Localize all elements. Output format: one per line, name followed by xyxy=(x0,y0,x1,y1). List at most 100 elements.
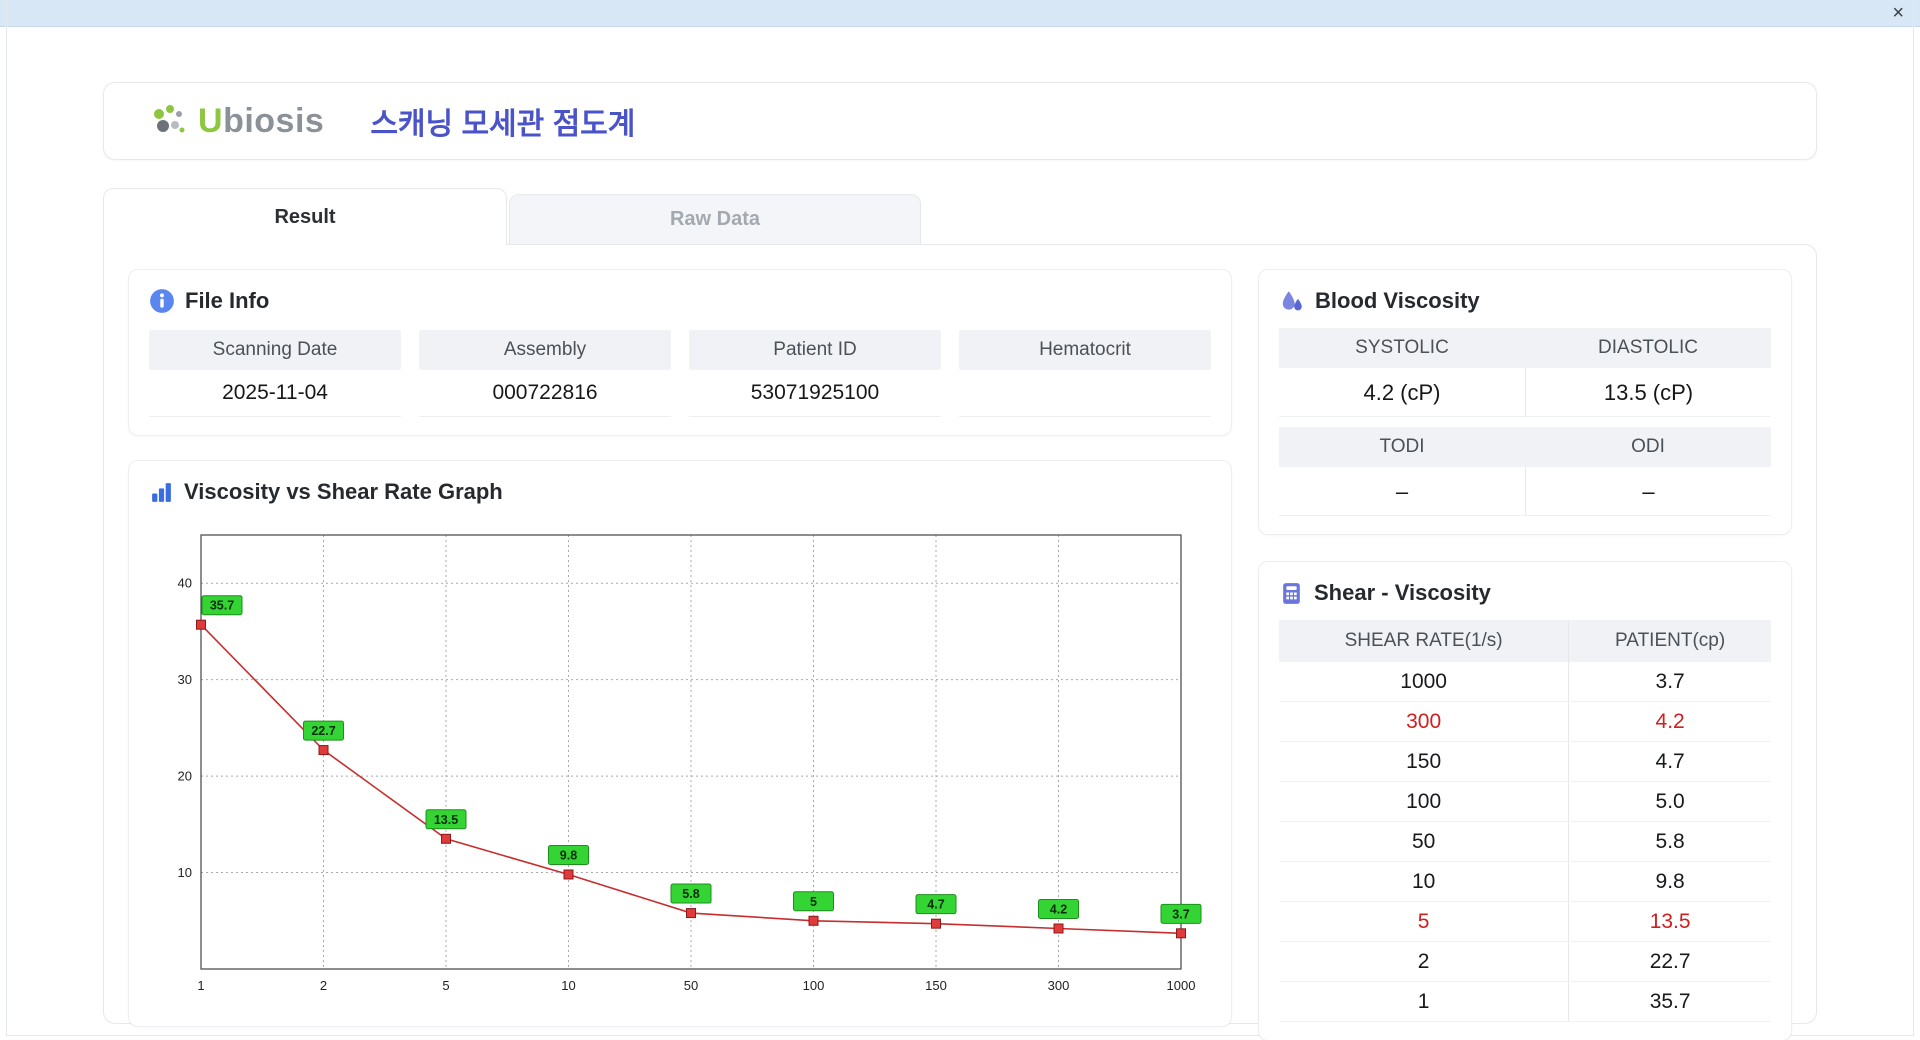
shear-cell: 22.7 xyxy=(1568,941,1771,982)
tab-result[interactable]: Result xyxy=(103,188,507,245)
bv-table-row2: TODI ODI – – xyxy=(1279,427,1771,516)
shear-cell: 9.8 xyxy=(1568,861,1771,902)
bv-table-row1: SYSTOLIC DIASTOLIC 4.2 (cP) 13.5 (cP) xyxy=(1279,328,1771,417)
shear-cell: 50 xyxy=(1279,821,1569,862)
close-icon[interactable]: × xyxy=(1892,3,1904,23)
svg-text:10: 10 xyxy=(561,978,575,993)
shear-row: 100 5.0 xyxy=(1279,781,1771,822)
svg-text:1000: 1000 xyxy=(1167,978,1196,993)
logo-dots-icon xyxy=(154,105,185,133)
viscosity-chart: 10 20 30 40 1 2 5 10 50 100 150 300 1000 35.7 22.7 13.5… xyxy=(178,534,1202,993)
file-info-card: File Info Scanning Date 2025-11-04 Assem… xyxy=(128,269,1232,436)
tab-bar: Result Raw Data xyxy=(103,187,1817,245)
patient-column-header: PATIENT(cp) xyxy=(1568,620,1771,662)
shear-cell: 13.5 xyxy=(1568,901,1771,942)
svg-text:150: 150 xyxy=(925,978,947,993)
diastolic-value: 13.5 (cP) xyxy=(1525,368,1771,417)
info-icon xyxy=(150,289,174,313)
water-drops-icon xyxy=(1282,291,1302,311)
shear-table: SHEAR RATE(1/s) PATIENT(cp) 1000 3.7 300 4.… xyxy=(1279,620,1771,1022)
shear-cell: 10 xyxy=(1279,861,1569,902)
shear-viscosity-title: Shear - Viscosity xyxy=(1314,580,1491,605)
shear-cell: 1 xyxy=(1279,981,1569,1022)
field-value: 53071925100 xyxy=(689,370,941,417)
svg-text:30: 30 xyxy=(178,672,192,687)
shear-cell: 1000 xyxy=(1279,662,1569,702)
shear-cell: 5.0 xyxy=(1568,781,1771,822)
shear-cell: 100 xyxy=(1279,781,1569,822)
shear-row: 10 9.8 xyxy=(1279,861,1771,902)
field-value: 000722816 xyxy=(419,370,671,417)
todi-label: TODI xyxy=(1279,427,1525,467)
svg-text:300: 300 xyxy=(1048,978,1070,993)
shear-row: 150 4.7 xyxy=(1279,741,1771,782)
svg-text:1: 1 xyxy=(197,978,204,993)
systolic-label: SYSTOLIC xyxy=(1279,328,1525,368)
shear-table-body: 1000 3.7 300 4.2 150 4.7 100 5.0 50 5.8 10 9.8 5 13.5… xyxy=(1279,662,1771,1022)
svg-text:13.5: 13.5 xyxy=(434,813,458,827)
field-value: 2025-11-04 xyxy=(149,370,401,417)
field-value xyxy=(959,370,1211,417)
shear-cell: 5 xyxy=(1279,901,1569,942)
field-label: Hematocrit xyxy=(959,330,1211,370)
svg-text:35.7: 35.7 xyxy=(210,599,234,613)
svg-text:100: 100 xyxy=(803,978,825,993)
odi-value: – xyxy=(1525,467,1771,516)
svg-text:20: 20 xyxy=(178,769,192,784)
logo-text: Ubiosis xyxy=(198,101,325,140)
svg-text:4.7: 4.7 xyxy=(927,898,944,912)
calculator-icon xyxy=(1283,582,1300,604)
shear-cell: 4.7 xyxy=(1568,741,1771,782)
field-hematocrit: Hematocrit xyxy=(959,330,1211,417)
field-scanning-date: Scanning Date 2025-11-04 xyxy=(149,330,401,417)
shear-cell: 300 xyxy=(1279,701,1569,742)
shear-cell: 150 xyxy=(1279,741,1569,782)
shear-cell: 4.2 xyxy=(1568,701,1771,742)
shear-row: 5 13.5 xyxy=(1279,901,1771,942)
shear-row: 50 5.8 xyxy=(1279,821,1771,862)
file-info-title: File Info xyxy=(185,288,270,313)
field-label: Scanning Date xyxy=(149,330,401,370)
shear-cell: 5.8 xyxy=(1568,821,1771,862)
field-patient-id: Patient ID 53071925100 xyxy=(689,330,941,417)
field-assembly: Assembly 000722816 xyxy=(419,330,671,417)
field-label: Patient ID xyxy=(689,330,941,370)
odi-label: ODI xyxy=(1525,427,1771,467)
svg-text:40: 40 xyxy=(178,576,192,591)
svg-text:5: 5 xyxy=(810,895,817,909)
svg-text:9.8: 9.8 xyxy=(560,848,577,862)
svg-text:22.7: 22.7 xyxy=(311,724,335,738)
page-title: 스캐닝 모세관 점도계 xyxy=(370,108,636,141)
field-label: Assembly xyxy=(419,330,671,370)
shear-row: 2 22.7 xyxy=(1279,941,1771,982)
graph-card: Viscosity vs Shear Rate Graph 10 20 30 40 1 2… xyxy=(128,460,1232,1027)
shear-cell: 3.7 xyxy=(1568,662,1771,702)
blood-viscosity-title: Blood Viscosity xyxy=(1315,288,1480,313)
shear-rate-column-header: SHEAR RATE(1/s) xyxy=(1279,620,1569,662)
tab-raw-data[interactable]: Raw Data xyxy=(509,194,921,244)
file-info-fields: Scanning Date 2025-11-04 Assembly 000722… xyxy=(149,330,1211,417)
svg-text:3.7: 3.7 xyxy=(1172,907,1189,921)
diastolic-label: DIASTOLIC xyxy=(1525,328,1771,368)
svg-text:2: 2 xyxy=(320,978,327,993)
todi-value: – xyxy=(1279,467,1525,516)
header-card: Ubiosis 스캐닝 모세관 점도계 xyxy=(103,82,1817,160)
svg-text:50: 50 xyxy=(684,978,698,993)
systolic-value: 4.2 (cP) xyxy=(1279,368,1525,417)
bar-chart-icon xyxy=(152,482,171,502)
svg-text:10: 10 xyxy=(178,865,192,880)
svg-text:5: 5 xyxy=(442,978,449,993)
shear-row: 1000 3.7 xyxy=(1279,662,1771,702)
blood-viscosity-card: Blood Viscosity SYSTOLIC DIASTOLIC 4.2 (… xyxy=(1258,269,1792,535)
ubiosis-logo: Ubiosis xyxy=(148,101,324,141)
graph-title: Viscosity vs Shear Rate Graph xyxy=(184,479,503,504)
shear-viscosity-card: Shear - Viscosity SHEAR RATE(1/s) PATIEN… xyxy=(1258,561,1792,1040)
shear-row: 300 4.2 xyxy=(1279,701,1771,742)
shear-cell: 2 xyxy=(1279,941,1569,982)
svg-text:5.8: 5.8 xyxy=(682,887,699,901)
svg-text:4.2: 4.2 xyxy=(1050,902,1067,916)
window-titlebar: × xyxy=(0,0,1920,27)
shear-row: 1 35.7 xyxy=(1279,981,1771,1022)
main-panel: File Info Scanning Date 2025-11-04 Assem… xyxy=(103,244,1817,1040)
shear-cell: 35.7 xyxy=(1568,981,1771,1022)
